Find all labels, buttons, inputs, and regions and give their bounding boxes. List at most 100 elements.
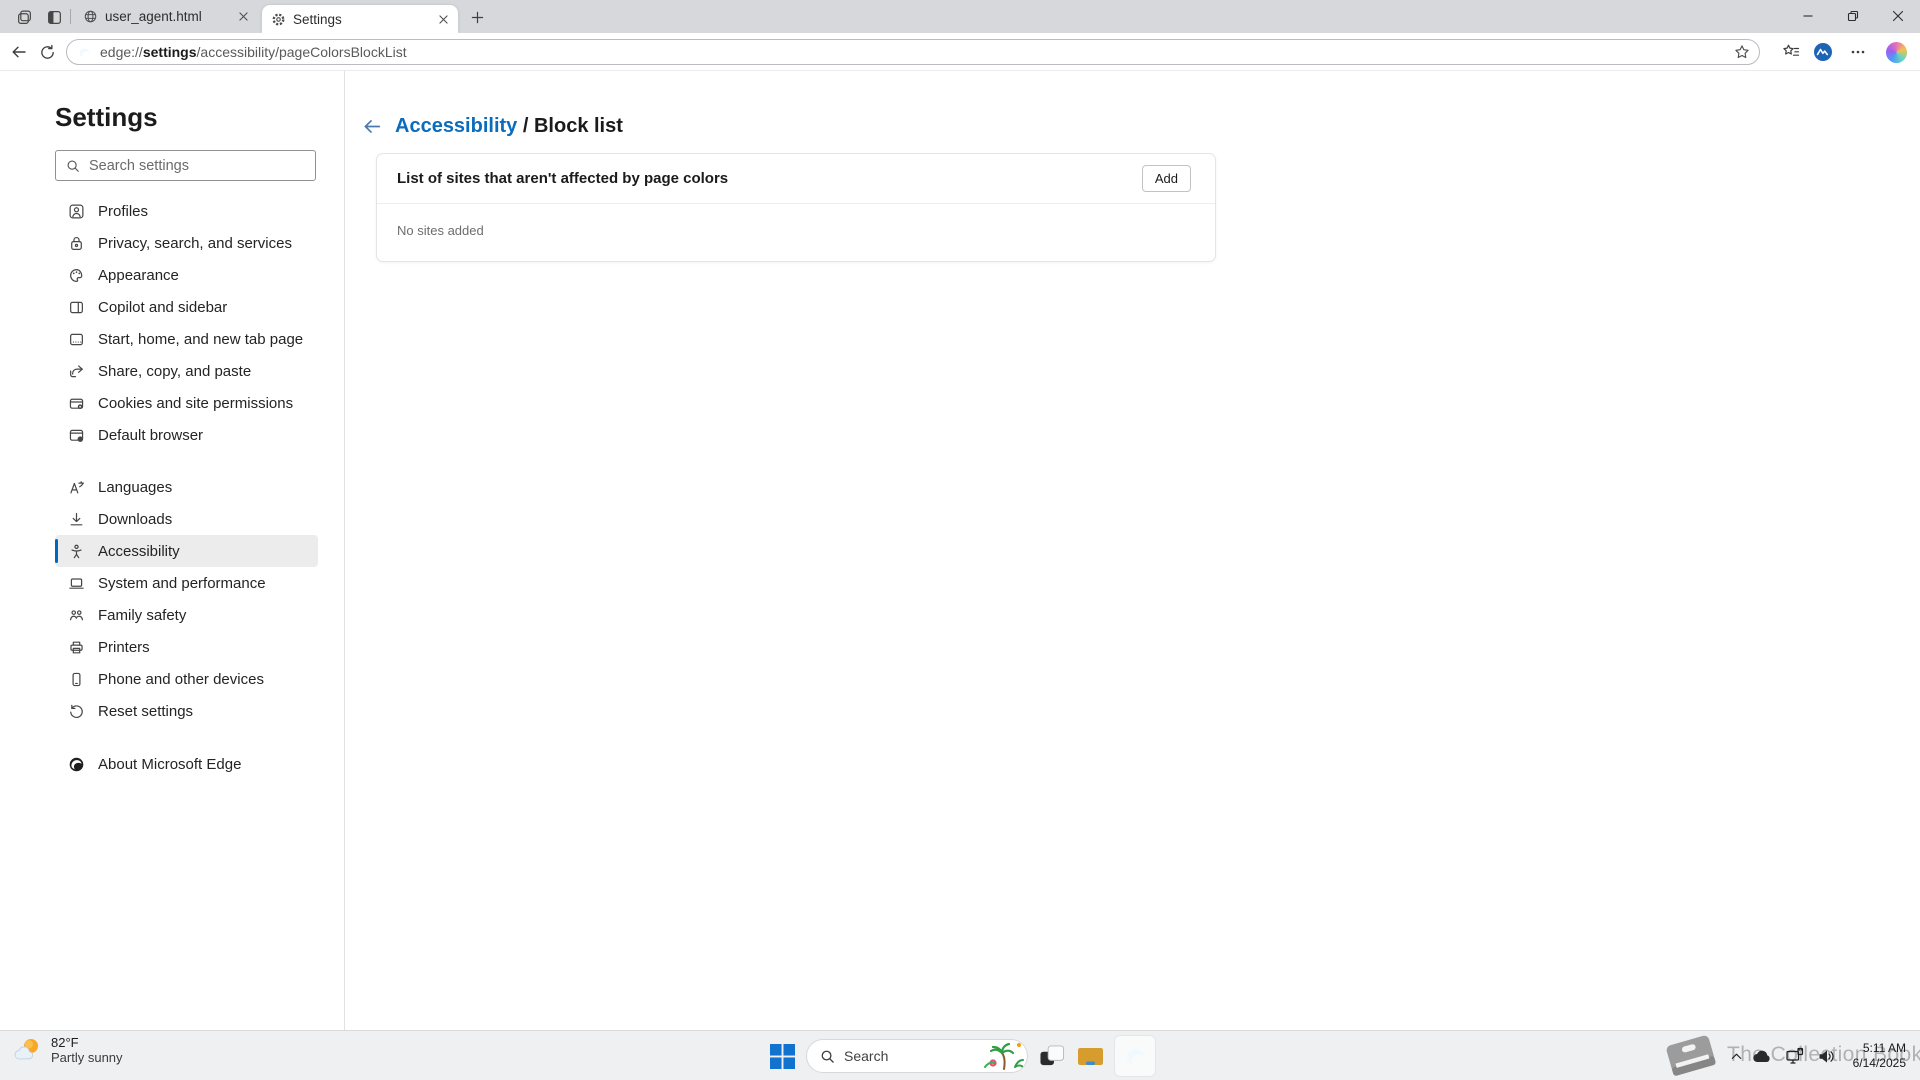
network-icon[interactable] [1782, 1044, 1806, 1068]
browser-toolbar: edge://settings/accessibility/pageColors… [0, 33, 1920, 71]
edge-taskbar-button[interactable] [1114, 1035, 1156, 1077]
browser-essentials-icon[interactable] [1811, 40, 1835, 64]
close-tab-icon[interactable] [235, 8, 252, 25]
sidebar-item-copilot-sidebar[interactable]: Copilot and sidebar [55, 291, 318, 323]
tab-user-agent[interactable]: user_agent.html [74, 0, 258, 33]
default-browser-icon [69, 429, 84, 442]
cookies-icon [69, 398, 84, 409]
sidebar-item-appearance[interactable]: Appearance [55, 259, 318, 291]
page-title: Settings [55, 102, 158, 132]
profile-icon [69, 204, 84, 218]
clock-widget[interactable]: 5:11 AM 6/14/2025 [1853, 1041, 1906, 1071]
refresh-icon[interactable] [35, 40, 59, 64]
sidebar-item-label: System and performance [98, 574, 266, 592]
chevron-up-icon[interactable] [1724, 1044, 1748, 1068]
favorites-icon[interactable] [1779, 40, 1803, 64]
sidebar-item-label: Appearance [98, 266, 179, 284]
sidebar-item-label: Share, copy, and paste [98, 362, 252, 380]
sidebar-item-share-copy-paste[interactable]: Share, copy, and paste [55, 355, 318, 387]
search-input[interactable] [89, 157, 307, 174]
globe-icon [83, 9, 98, 24]
sidebar-item-start-home[interactable]: Start, home, and new tab page [55, 323, 318, 355]
tab-settings[interactable]: Settings [262, 5, 458, 33]
sidebar-item-phone-devices[interactable]: Phone and other devices [55, 663, 318, 695]
new-tab-icon[interactable] [466, 6, 488, 28]
taskbar-search[interactable]: Search [806, 1039, 1028, 1073]
search-icon [821, 1050, 834, 1063]
breadcrumb-parent-link[interactable]: Accessibility [395, 115, 517, 137]
restore-icon[interactable] [1830, 0, 1875, 32]
task-view-button[interactable] [1038, 1042, 1066, 1070]
sidebar-item-reset-settings[interactable]: Reset settings [55, 695, 318, 727]
languages-icon [70, 480, 85, 493]
card-title: List of sites that aren't affected by pa… [397, 170, 729, 187]
tab-label: Settings [293, 11, 342, 27]
weather-icon [14, 1039, 38, 1060]
accessibility-icon [71, 544, 82, 558]
settings-content: Accessibility / Block list List of sites… [346, 71, 1920, 1030]
windows-logo-icon [769, 1043, 795, 1069]
edge-logo-icon [77, 45, 92, 60]
empty-state-text: No sites added [397, 223, 484, 238]
start-button[interactable] [768, 1042, 796, 1070]
minimize-icon[interactable] [1785, 0, 1830, 32]
windows-taskbar: 82°F Partly sunny Search The Collection … [0, 1030, 1920, 1080]
book-icon [1666, 1035, 1716, 1076]
sidebar-item-label: Printers [98, 638, 150, 656]
weather-widget[interactable]: 82°F Partly sunny [13, 1035, 123, 1065]
favorite-star-icon[interactable] [1732, 42, 1752, 62]
address-bar[interactable]: edge://settings/accessibility/pageColors… [66, 39, 1760, 65]
gear-icon [271, 12, 286, 27]
sidebar-item-languages[interactable]: Languages [55, 471, 318, 503]
copilot-icon[interactable] [1884, 40, 1908, 64]
sidebar-item-privacy[interactable]: Privacy, search, and services [55, 227, 318, 259]
browser-titlebar: user_agent.html Settings [0, 0, 1920, 33]
sidebar-item-label: Privacy, search, and services [98, 234, 292, 252]
sidebar-item-default-browser[interactable]: Default browser [55, 419, 318, 451]
breadcrumb: Accessibility / Block list [360, 114, 623, 138]
sidebar-item-label: Accessibility [98, 542, 180, 560]
sidebar-item-downloads[interactable]: Downloads [55, 503, 318, 535]
tab-separator [70, 9, 71, 24]
close-window-icon[interactable] [1875, 0, 1920, 32]
lock-icon [71, 236, 82, 250]
file-explorer-button[interactable] [1076, 1042, 1104, 1070]
breadcrumb-separator: / [522, 114, 529, 137]
clock-time: 5:11 AM [1862, 1041, 1906, 1055]
sidebar-item-about-edge[interactable]: About Microsoft Edge [55, 748, 318, 780]
block-list-card: List of sites that aren't affected by pa… [376, 153, 1216, 262]
vertical-tabs-icon[interactable] [42, 5, 66, 29]
reset-icon [70, 704, 83, 718]
more-options-icon[interactable] [1846, 40, 1870, 64]
url-text: edge://settings/accessibility/pageColors… [100, 44, 407, 60]
folder-icon [1077, 1047, 1103, 1065]
sidebar-item-label: Profiles [98, 202, 149, 220]
add-button[interactable]: Add [1141, 165, 1191, 192]
back-arrow-icon[interactable] [360, 114, 384, 138]
sidebar-item-family-safety[interactable]: Family safety [55, 599, 318, 631]
task-view-icon [1039, 1044, 1064, 1065]
edge-dark-logo-icon [69, 757, 84, 771]
sidebar-item-cookies-permissions[interactable]: Cookies and site permissions [55, 387, 318, 419]
volume-icon[interactable] [1814, 1044, 1838, 1068]
sidebar-item-printers[interactable]: Printers [55, 631, 318, 663]
downloads-icon [70, 512, 83, 525]
sidebar-item-label: Reset settings [98, 702, 194, 720]
sidebar-item-profiles[interactable]: Profiles [55, 195, 318, 227]
sidebar-item-accessibility[interactable]: Accessibility [55, 535, 318, 567]
workspaces-icon[interactable] [12, 5, 36, 29]
palette-icon [70, 268, 83, 282]
search-icon [67, 160, 79, 172]
sidebar-item-label: About Microsoft Edge [98, 755, 242, 773]
onedrive-cloud-icon[interactable] [1750, 1044, 1774, 1068]
sidebar-item-system-performance[interactable]: System and performance [55, 567, 318, 599]
close-tab-icon[interactable] [435, 11, 452, 28]
family-icon [69, 609, 84, 620]
sidebar-item-label: Languages [98, 478, 173, 496]
sidebar-item-label: Start, home, and new tab page [98, 330, 304, 348]
back-icon[interactable] [7, 40, 31, 64]
sidebar-item-label: Copilot and sidebar [98, 298, 228, 316]
settings-search[interactable] [55, 150, 316, 181]
sidebar-item-label: Family safety [98, 606, 187, 624]
settings-sidebar: Settings Profiles Privacy, search, and s… [0, 71, 345, 1030]
